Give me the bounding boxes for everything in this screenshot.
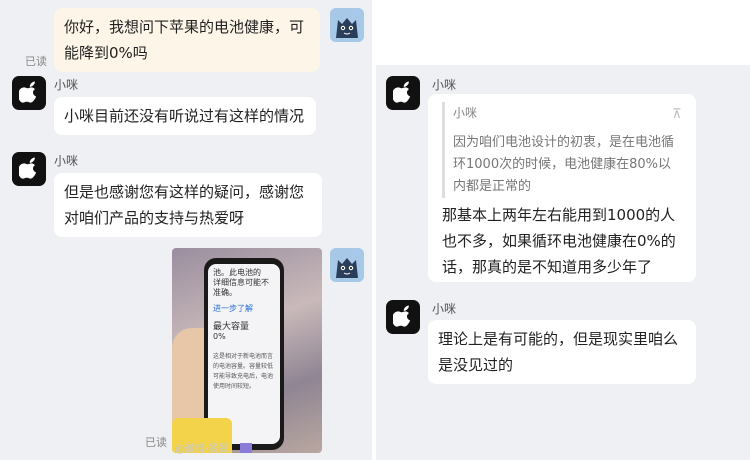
screen-learn-more: 进一步了解: [213, 304, 253, 313]
agent-message-3[interactable]: 理论上是有可能的，但是现实里咱么是没见过的: [428, 320, 696, 384]
agent-avatar[interactable]: [386, 76, 420, 110]
agent-name-1: 小咪: [54, 78, 79, 92]
agent-avatar[interactable]: [12, 152, 46, 186]
reply-text: 那基本上两年左右能用到1000的人也不多，如果循环电池健康在0%的话，那真的是不…: [442, 206, 676, 276]
apple-logo-icon: [19, 81, 37, 103]
apple-logo-icon: [19, 157, 37, 179]
cartoon-cat-icon: [330, 8, 364, 42]
screen-line-1: 池。此电池的: [213, 268, 261, 277]
photo-iphone-screen: 池。此电池的 详细信息可能不 准确。 进一步了解 最大容量 0% 这是相对于新电…: [208, 264, 280, 444]
cartoon-cat-icon: [330, 248, 364, 282]
agent-message-3-text: 理论上是有可能的，但是现实里咱么是没见过的: [438, 330, 679, 374]
agent-name-2: 小咪: [54, 154, 79, 168]
user-message-1[interactable]: 你好，我想问下苹果的电池健康，可能降到0%吗: [54, 8, 320, 72]
apple-logo-icon: [393, 305, 411, 327]
agent-message-2[interactable]: 但是也感谢您有这样的疑问，感谢您对咱们产品的支持与热爱呀: [54, 173, 322, 237]
user-avatar[interactable]: [330, 8, 364, 42]
agent-message-1[interactable]: 小咪目前还没有听说过有这样的情况: [54, 97, 316, 135]
read-status-1: 已读: [25, 55, 47, 68]
agent-name-3: 小咪: [432, 78, 457, 92]
apple-logo-icon: [393, 81, 411, 103]
right-chat-panel: 小咪 小咪 因为咱们电池设计的初衷，是在电池循环1000次的时候，电池健康在80…: [376, 0, 750, 460]
agent-avatar[interactable]: [386, 300, 420, 334]
screen-capacity-label: 最大容量: [213, 322, 250, 332]
photo-cable: [240, 443, 252, 453]
read-status-2: 已读: [145, 436, 167, 449]
screen-line-2: 详细信息可能不: [213, 278, 269, 287]
screen-line-3: 准确。: [213, 288, 237, 297]
quoted-text: 因为咱们电池设计的初衷，是在电池循环1000次的时候，电池健康在80%以内都是正…: [453, 135, 675, 194]
watermark: @微博·蛋蛋: [175, 444, 229, 455]
agent-name-4: 小咪: [432, 302, 457, 316]
screen-note: 这是相对于新电池而言的电池容量。容量较低可能导致充电后，电池使用时间较短。: [213, 353, 274, 390]
up-arrow-icon[interactable]: ⊼: [672, 102, 682, 128]
agent-quote-reply-message[interactable]: 小咪 因为咱们电池设计的初衷，是在电池循环1000次的时候，电池健康在80%以内…: [428, 94, 696, 282]
user-avatar[interactable]: [330, 248, 364, 282]
user-message-1-text: 你好，我想问下苹果的电池健康，可能降到0%吗: [64, 18, 305, 62]
agent-message-1-text: 小咪目前还没有听说过有这样的情况: [64, 107, 305, 125]
agent-avatar[interactable]: [12, 76, 46, 110]
screen-capacity-value: 0%: [213, 332, 226, 341]
photo-message[interactable]: 池。此电池的 详细信息可能不 准确。 进一步了解 最大容量 0% 这是相对于新电…: [172, 248, 322, 453]
quoted-sender: 小咪: [453, 106, 478, 120]
agent-message-2-text: 但是也感谢您有这样的疑问，感谢您对咱们产品的支持与热爱呀: [64, 183, 305, 227]
left-chat-panel: 你好，我想问下苹果的电池健康，可能降到0%吗 已读 小咪 小咪目前还没有听说过有…: [0, 0, 372, 460]
quoted-message[interactable]: 小咪 因为咱们电池设计的初衷，是在电池循环1000次的时候，电池健康在80%以内…: [442, 102, 682, 198]
